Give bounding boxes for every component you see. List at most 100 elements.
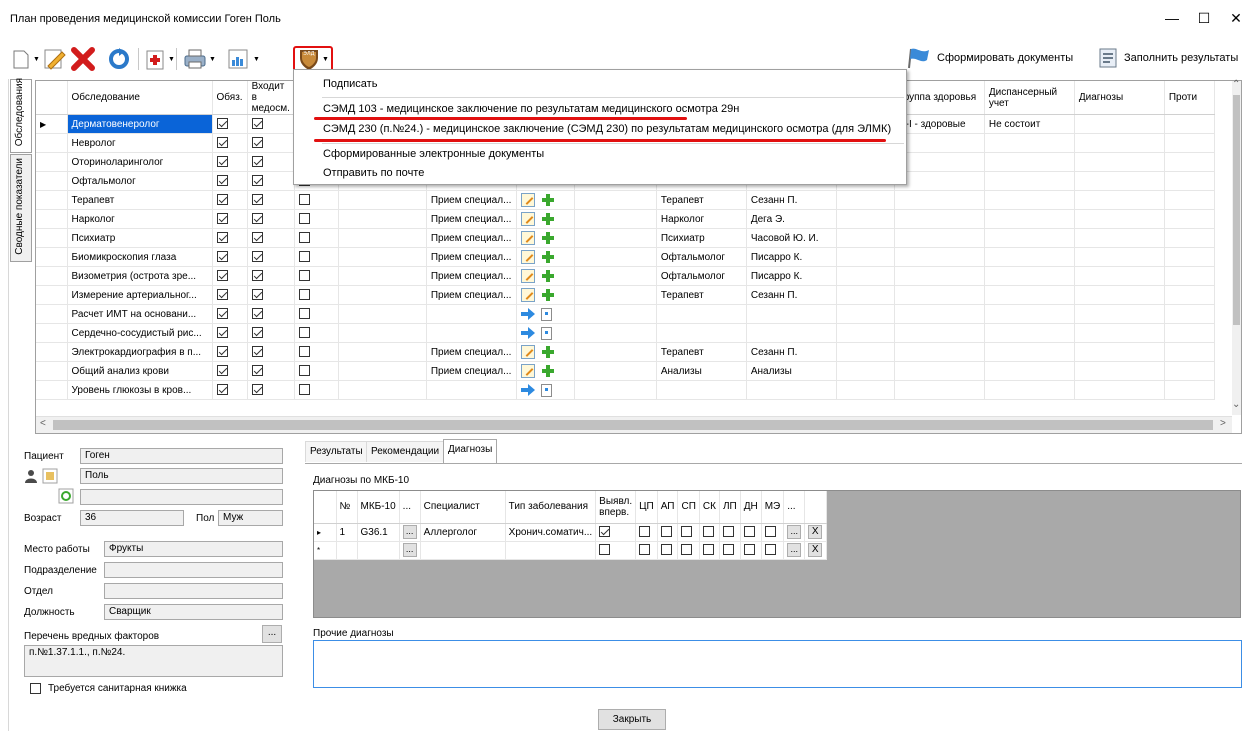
print-button[interactable]: ▼: [182, 46, 216, 72]
table-row[interactable]: Биомикроскопия глаза Прием специал... Офта…: [36, 247, 1215, 267]
obyaz-checkbox[interactable]: [216, 346, 228, 358]
edit-button[interactable]: [42, 46, 66, 72]
col-header-dots[interactable]: ...: [399, 491, 421, 524]
obyaz-cell[interactable]: [212, 171, 248, 191]
table-row[interactable]: Расчет ИМТ на основани...: [36, 304, 1215, 324]
menu-item-sign[interactable]: Подписать: [323, 78, 377, 90]
exam-name[interactable]: Оториноларинголог: [67, 152, 213, 172]
extra-checkbox[interactable]: [298, 384, 310, 396]
c3-cell[interactable]: [294, 228, 339, 248]
c3-cell[interactable]: [294, 285, 339, 305]
col-header-sk[interactable]: СК: [699, 491, 720, 524]
flag-checkbox[interactable]: [681, 544, 693, 556]
menu-item-generated-docs[interactable]: Сформированные электронные документы: [323, 148, 544, 160]
obyaz-checkbox[interactable]: [216, 327, 228, 339]
obyaz-cell[interactable]: [212, 304, 248, 324]
medical-button[interactable]: ▼: [145, 46, 175, 72]
mkb-cell[interactable]: G36.1: [357, 523, 400, 542]
exam-name[interactable]: Дерматовенеролог: [67, 114, 213, 134]
arrow-right-icon[interactable]: [520, 384, 535, 396]
obyaz-checkbox[interactable]: [216, 308, 228, 320]
mkb-picker-cell[interactable]: ...: [399, 523, 421, 542]
tab-svodnye-pokazateli[interactable]: Сводные показатели: [10, 154, 32, 262]
table-row[interactable]: Психиатр Прием специал... Психиатр Часовой …: [36, 228, 1215, 248]
flag-cell[interactable]: [699, 523, 720, 542]
col-header-exam[interactable]: Обследование: [67, 81, 213, 115]
table-row[interactable]: Общий анализ крови Прием специал... Анализ…: [36, 361, 1215, 381]
vhodit-checkbox[interactable]: [251, 137, 263, 149]
exam-name[interactable]: Офтальмолог: [67, 171, 213, 191]
obyaz-cell[interactable]: [212, 247, 248, 267]
vhodit-cell[interactable]: [247, 323, 295, 343]
obyaz-checkbox[interactable]: [216, 289, 228, 301]
vhodit-cell[interactable]: [247, 114, 295, 134]
vhodit-cell[interactable]: [247, 133, 295, 153]
maximize-button[interactable]: ☐: [1194, 8, 1214, 28]
remove-cell[interactable]: X: [804, 541, 828, 560]
more-cell[interactable]: ...: [783, 541, 806, 560]
col-header-num[interactable]: №: [336, 491, 358, 524]
extra-checkbox[interactable]: [298, 365, 310, 377]
menu-item-semd-103[interactable]: СЭМД 103 - медицинское заключение по рез…: [323, 103, 739, 115]
arrow-right-icon[interactable]: [520, 327, 535, 339]
exam-name[interactable]: Расчет ИМТ на основани...: [67, 304, 213, 324]
extra-checkbox[interactable]: [298, 346, 310, 358]
obyaz-checkbox[interactable]: [216, 175, 228, 187]
tab-recommendations[interactable]: Рекомендации: [366, 441, 445, 462]
diagnosis-row[interactable]: *...... X: [314, 541, 828, 560]
extra-checkbox[interactable]: [298, 270, 310, 282]
edit-icon[interactable]: [520, 193, 535, 207]
obyaz-cell[interactable]: [212, 266, 248, 286]
report-button[interactable]: ▼: [226, 46, 260, 72]
table-row[interactable]: Нарколог Прием специал... Нарколог Дега Э.: [36, 209, 1215, 229]
mkb-picker-button[interactable]: ...: [402, 525, 417, 539]
minimize-button[interactable]: —: [1162, 8, 1182, 28]
col-header-ap[interactable]: АП: [657, 491, 679, 524]
specialist-cell[interactable]: [420, 541, 506, 560]
table-row[interactable]: Измерение артериальног... Прием специал..…: [36, 285, 1215, 305]
extra-checkbox[interactable]: [298, 308, 310, 320]
flag-cell[interactable]: [761, 523, 785, 542]
vhodit-checkbox[interactable]: [251, 365, 263, 377]
vhodit-cell[interactable]: [247, 266, 295, 286]
obyaz-cell[interactable]: [212, 228, 248, 248]
add-icon[interactable]: [541, 212, 555, 226]
vhodit-cell[interactable]: [247, 285, 295, 305]
diagnosis-row[interactable]: ▸ 1 G36.1... Аллерголог Хронич.соматич......…: [314, 523, 828, 542]
obyaz-checkbox[interactable]: [216, 251, 228, 263]
flag-checkbox[interactable]: [681, 526, 693, 538]
close-window-button[interactable]: ✕: [1226, 8, 1246, 28]
grid-horizontal-scrollbar[interactable]: < >: [36, 416, 1232, 433]
vhodit-checkbox[interactable]: [251, 346, 263, 358]
extra-checkbox[interactable]: [298, 194, 310, 206]
vhodit-checkbox[interactable]: [251, 308, 263, 320]
obyaz-cell[interactable]: [212, 152, 248, 172]
vhodit-checkbox[interactable]: [251, 251, 263, 263]
extra-checkbox[interactable]: [298, 213, 310, 225]
extra-checkbox[interactable]: [298, 327, 310, 339]
c3-cell[interactable]: [294, 323, 339, 343]
page-icon[interactable]: [540, 383, 552, 397]
extra-checkbox[interactable]: [298, 289, 310, 301]
vhodit-cell[interactable]: [247, 209, 295, 229]
edit-icon[interactable]: [520, 212, 535, 226]
edit-icon[interactable]: [520, 364, 535, 378]
flag-cell[interactable]: [740, 541, 762, 560]
sanbook-checkbox[interactable]: [30, 682, 41, 694]
edit-icon[interactable]: [520, 345, 535, 359]
flag-checkbox[interactable]: [639, 526, 651, 538]
col-header-me[interactable]: МЭ: [761, 491, 785, 524]
table-row[interactable]: Визометрия (острота зре... Прием специал.…: [36, 266, 1215, 286]
vhodit-cell[interactable]: [247, 304, 295, 324]
col-header-specialist[interactable]: Специалист: [420, 491, 506, 524]
obyaz-cell[interactable]: [212, 133, 248, 153]
flag-cell[interactable]: [657, 523, 679, 542]
table-row[interactable]: Сердечно-сосудистый рис...: [36, 323, 1215, 343]
more-button[interactable]: ...: [787, 525, 802, 539]
flag-checkbox[interactable]: [660, 526, 672, 538]
flag-checkbox[interactable]: [743, 526, 755, 538]
col-header-lp[interactable]: ЛП: [719, 491, 741, 524]
flag-checkbox[interactable]: [702, 526, 714, 538]
vhodit-checkbox[interactable]: [251, 175, 263, 187]
extra-checkbox[interactable]: [298, 232, 310, 244]
